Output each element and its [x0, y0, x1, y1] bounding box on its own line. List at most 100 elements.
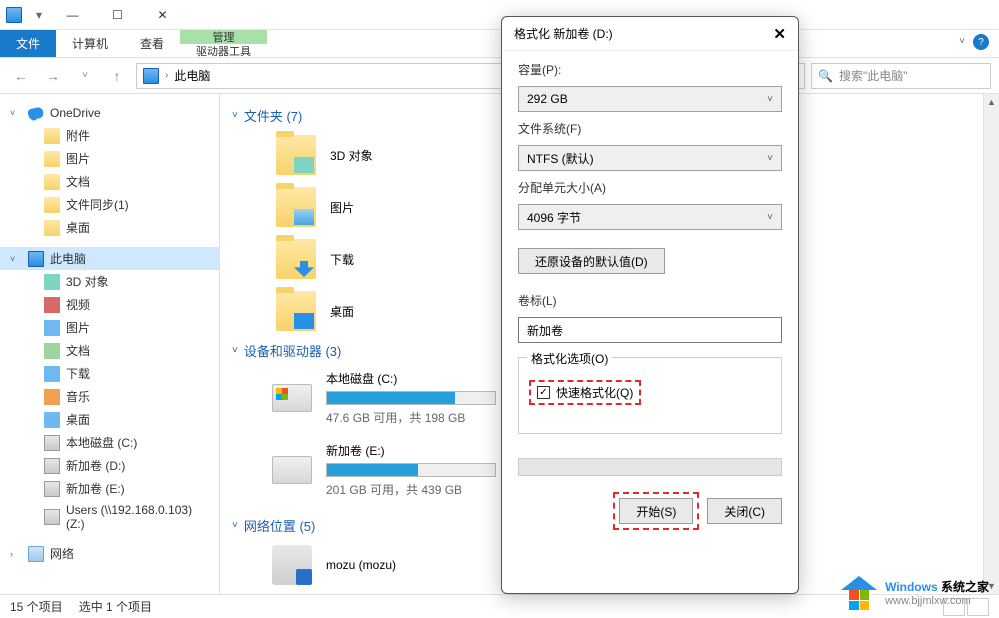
collapse-icon[interactable]: ˅ — [232, 520, 238, 531]
tree-label: 文档 — [66, 342, 90, 359]
folder-icon — [276, 291, 316, 331]
ribbon-collapse-icon[interactable]: ˅ — [959, 36, 965, 47]
folder-icon — [276, 239, 316, 279]
main-area: ˅ OneDrive 附件 图片 文档 文件同步(1) 桌面 ˅ 此电脑 3D … — [0, 94, 999, 594]
allocation-label: 分配单元大小(A) — [518, 179, 782, 196]
dialog-close-button[interactable]: ✕ — [773, 25, 786, 43]
drive-name: 本地磁盘 (C:) — [326, 370, 496, 387]
qat-dropdown[interactable]: ▾ — [28, 4, 50, 26]
tree-item[interactable]: 图片 — [0, 316, 219, 339]
tree-label: 文件同步(1) — [66, 196, 129, 213]
tree-label: 下载 — [66, 365, 90, 382]
tree-item[interactable]: 图片 — [0, 147, 219, 170]
help-icon[interactable]: ? — [973, 34, 989, 50]
onedrive-icon — [28, 105, 44, 121]
status-selection: 选中 1 个项目 — [79, 598, 152, 615]
volume-label-value: 新加卷 — [527, 322, 563, 339]
breadcrumb-chevron-icon: › — [165, 70, 168, 81]
drive-icon — [44, 435, 60, 451]
nav-back-button[interactable]: ← — [8, 63, 34, 89]
drive-usage-bar — [326, 463, 496, 477]
tree-label: 新加卷 (E:) — [66, 480, 125, 497]
format-options-fieldset: 格式化选项(O) ✓ 快速格式化(Q) — [518, 357, 782, 434]
watermark-brand: Windows — [885, 580, 938, 594]
nav-history-dropdown[interactable]: ˅ — [72, 63, 98, 89]
tree-label: 图片 — [66, 150, 90, 167]
expand-icon[interactable]: ˅ — [10, 108, 22, 118]
breadcrumb-location[interactable]: 此电脑 — [174, 67, 210, 84]
dialog-title: 格式化 新加卷 (D:) — [514, 25, 613, 42]
folder-label: 下载 — [330, 251, 354, 268]
tree-item[interactable]: 文档 — [0, 170, 219, 193]
folder-icon — [44, 174, 60, 190]
tree-item[interactable]: 视频 — [0, 293, 219, 316]
restore-defaults-button[interactable]: 还原设备的默认值(D) — [518, 248, 665, 274]
window-close-button[interactable]: ✕ — [140, 0, 185, 30]
tree-this-pc[interactable]: ˅ 此电脑 — [0, 247, 219, 270]
tree-item[interactable]: Users (\\192.168.0.103) (Z:) — [0, 500, 219, 534]
ribbon-tab-computer[interactable]: 计算机 — [56, 30, 124, 57]
tree-item[interactable]: 新加卷 (E:) — [0, 477, 219, 500]
search-input[interactable]: 🔍 搜索"此电脑" — [811, 63, 991, 89]
dialog-title-bar[interactable]: 格式化 新加卷 (D:) ✕ — [502, 17, 798, 51]
folder-icon — [44, 220, 60, 236]
drive-icon — [272, 384, 312, 412]
tree-item[interactable]: 下载 — [0, 362, 219, 385]
tree-item[interactable]: 本地磁盘 (C:) — [0, 431, 219, 454]
tree-item[interactable]: 新加卷 (D:) — [0, 454, 219, 477]
network-icon — [28, 546, 44, 562]
tree-item[interactable]: 桌面 — [0, 408, 219, 431]
nav-forward-button[interactable]: → — [40, 63, 66, 89]
tree-item[interactable]: 文档 — [0, 339, 219, 362]
window-minimize-button[interactable]: — — [50, 0, 95, 30]
filesystem-select[interactable]: NTFS (默认) ˅ — [518, 145, 782, 171]
volume-label-input[interactable]: 新加卷 — [518, 317, 782, 343]
nav-up-button[interactable]: ↑ — [104, 63, 130, 89]
tree-label: 3D 对象 — [66, 273, 109, 290]
allocation-select[interactable]: 4096 字节 ˅ — [518, 204, 782, 230]
tree-item[interactable]: 音乐 — [0, 385, 219, 408]
start-button[interactable]: 开始(S) — [619, 498, 693, 524]
expand-icon[interactable]: ˅ — [10, 254, 22, 264]
scroll-up-button[interactable]: ▲ — [984, 94, 999, 110]
filesystem-value: NTFS (默认) — [527, 150, 594, 167]
format-dialog: 格式化 新加卷 (D:) ✕ 容量(P): 292 GB ˅ 文件系统(F) N… — [501, 16, 799, 594]
tree-item[interactable]: 3D 对象 — [0, 270, 219, 293]
videos-icon — [44, 297, 60, 313]
expand-icon[interactable]: › — [10, 549, 22, 559]
chevron-down-icon: ˅ — [767, 212, 773, 223]
title-bar: ▾ — ☐ ✕ — [0, 0, 999, 30]
ribbon-tab-view[interactable]: 查看 — [124, 30, 180, 57]
collapse-icon[interactable]: ˅ — [232, 345, 238, 356]
watermark-logo-icon — [841, 576, 877, 612]
folder-icon — [44, 128, 60, 144]
ribbon-tab-file[interactable]: 文件 — [0, 30, 56, 57]
window-maximize-button[interactable]: ☐ — [95, 0, 140, 30]
tree-label: 本地磁盘 (C:) — [66, 434, 137, 451]
tree-label: 桌面 — [66, 219, 90, 236]
tree-onedrive[interactable]: ˅ OneDrive — [0, 102, 219, 124]
tree-network[interactable]: › 网络 — [0, 542, 219, 565]
tree-label: OneDrive — [50, 106, 101, 120]
tree-label: 此电脑 — [50, 250, 86, 267]
tree-label: 桌面 — [66, 411, 90, 428]
app-icon — [6, 7, 22, 23]
collapse-icon[interactable]: ˅ — [232, 110, 238, 121]
close-button[interactable]: 关闭(C) — [707, 498, 782, 524]
format-options-label: 格式化选项(O) — [527, 350, 612, 367]
format-progress-bar — [518, 458, 782, 476]
quick-format-checkbox[interactable]: ✓ — [537, 386, 550, 399]
tree-item[interactable]: 附件 — [0, 124, 219, 147]
tree-item[interactable]: 文件同步(1) — [0, 193, 219, 216]
capacity-value: 292 GB — [527, 92, 568, 106]
location-icon — [143, 68, 159, 84]
tree-item[interactable]: 桌面 — [0, 216, 219, 239]
vertical-scrollbar[interactable]: ▲ ▼ — [983, 94, 999, 594]
tree-label: Users (\\192.168.0.103) (Z:) — [66, 503, 213, 531]
downloads-icon — [44, 366, 60, 382]
group-title: 网络位置 (5) — [244, 516, 316, 535]
navigation-bar: ← → ˅ ↑ › 此电脑 ˅ ↻ 🔍 搜索"此电脑" — [0, 58, 999, 94]
quick-format-checkbox-row[interactable]: ✓ 快速格式化(Q) — [529, 380, 641, 405]
drive-usage-text: 201 GB 可用，共 439 GB — [326, 481, 496, 498]
capacity-select[interactable]: 292 GB ˅ — [518, 86, 782, 112]
